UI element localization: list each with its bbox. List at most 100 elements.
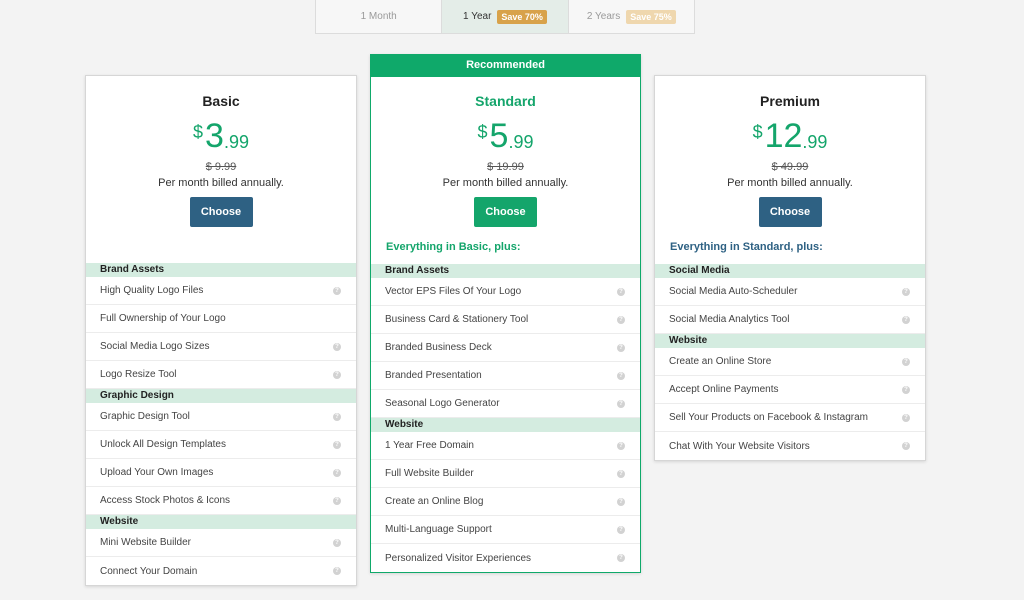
feature-row: Accept Online Payments? <box>655 376 925 404</box>
feature-row: Full Ownership of Your Logo <box>86 305 356 333</box>
billing-note: Per month billed annually. <box>727 177 853 189</box>
feature-row: Chat With Your Website Visitors? <box>655 432 925 460</box>
question-icon[interactable]: ? <box>617 441 625 450</box>
feature-row: Mini Website Builder? <box>86 529 356 557</box>
feature-label: Upload Your Own Images <box>100 467 214 478</box>
feature-label: Multi-Language Support <box>385 524 492 535</box>
old-price: $ 9.99 <box>205 161 237 173</box>
question-icon[interactable]: ? <box>333 370 341 379</box>
price-currency: $ <box>193 122 204 142</box>
feature-list: Social Media Social Media Auto-Scheduler?… <box>655 264 925 460</box>
old-price: $ 49.99 <box>771 161 809 173</box>
feature-row: Personalized Visitor Experiences? <box>371 544 640 572</box>
question-icon[interactable]: ? <box>617 525 625 534</box>
question-icon[interactable]: ? <box>902 315 910 324</box>
feature-row: Graphic Design Tool? <box>86 403 356 431</box>
feature-list: Brand Assets Vector EPS Files Of Your Log… <box>371 264 640 572</box>
plan-price: $ 12 .99 <box>655 119 925 153</box>
question-icon[interactable]: ? <box>333 342 341 351</box>
question-icon[interactable]: ? <box>333 496 341 505</box>
question-icon[interactable]: ? <box>333 567 341 575</box>
question-icon[interactable]: ? <box>617 343 625 352</box>
choose-basic-button[interactable]: Choose <box>189 197 253 227</box>
question-icon[interactable]: ? <box>333 412 341 421</box>
feature-row: Connect Your Domain? <box>86 557 356 585</box>
feature-label: Create an Online Blog <box>385 496 484 507</box>
billing-period-toggle: 1 Month 1 Year Save 70% 2 Years Save 75% <box>315 0 695 34</box>
feature-row: High Quality Logo Files? <box>86 277 356 305</box>
question-icon[interactable]: ? <box>617 469 625 478</box>
question-icon[interactable]: ? <box>902 357 910 366</box>
plan-card-premium: Premium $ 12 .99 $ 49.99 Per month bille… <box>654 75 926 461</box>
feature-label: Access Stock Photos & Icons <box>100 495 231 506</box>
question-icon[interactable]: ? <box>902 287 910 296</box>
question-icon[interactable]: ? <box>617 399 625 408</box>
feature-row: Branded Business Deck? <box>371 334 640 362</box>
feature-label: Chat With Your Website Visitors <box>669 440 810 452</box>
feature-label: Graphic Design Tool <box>100 411 190 422</box>
feature-label: High Quality Logo Files <box>100 285 204 296</box>
price-integer: 12 <box>764 117 803 155</box>
feature-label: Seasonal Logo Generator <box>385 398 500 409</box>
question-icon[interactable]: ? <box>617 554 625 562</box>
recommended-banner: Recommended <box>371 55 640 77</box>
question-icon[interactable]: ? <box>333 286 341 295</box>
feature-row: Unlock All Design Templates? <box>86 431 356 459</box>
save-badge: Save 70% <box>497 9 547 24</box>
question-icon[interactable]: ? <box>617 497 625 506</box>
feature-row: Full Website Builder? <box>371 460 640 488</box>
feature-label: Business Card & Stationery Tool <box>385 314 529 325</box>
question-icon[interactable]: ? <box>333 538 341 547</box>
plan-header: Basic $ 3 .99 $ 9.99 Per month billed an… <box>86 76 356 227</box>
price-decimal: .99 <box>223 132 249 152</box>
choose-standard-button[interactable]: Choose <box>474 197 537 227</box>
feature-row: Logo Resize Tool? <box>86 361 356 389</box>
price-integer: 5 <box>489 117 509 155</box>
feature-row: Create an Online Store? <box>655 348 925 376</box>
period-option-1-year[interactable]: 1 Year Save 70% <box>442 0 569 33</box>
period-option-1-month[interactable]: 1 Month <box>316 0 443 33</box>
feature-label: Personalized Visitor Experiences <box>385 552 532 564</box>
feature-section-header: Social Media <box>655 264 925 278</box>
feature-label: Connect Your Domain <box>100 565 198 577</box>
feature-row: Sell Your Products on Facebook & Instagr… <box>655 404 925 432</box>
feature-section-header: Website <box>655 334 925 348</box>
feature-row: Social Media Auto-Scheduler? <box>655 278 925 306</box>
question-icon[interactable]: ? <box>617 287 625 296</box>
feature-section-header: Website <box>371 418 640 432</box>
feature-label: Logo Resize Tool <box>100 369 177 380</box>
feature-section-header: Brand Assets <box>86 263 356 277</box>
period-option-2-years[interactable]: 2 Years Save 75% <box>569 0 694 33</box>
question-icon[interactable]: ? <box>333 440 341 449</box>
feature-row: Vector EPS Files Of Your Logo? <box>371 278 640 306</box>
plan-name: Premium <box>760 93 820 109</box>
question-icon[interactable]: ? <box>617 315 625 324</box>
feature-row: Multi-Language Support? <box>371 516 640 544</box>
feature-row: Create an Online Blog? <box>371 488 640 516</box>
feature-row: 1 Year Free Domain? <box>371 432 640 460</box>
question-icon[interactable]: ? <box>333 468 341 477</box>
plus-heading: Everything in Standard, plus: <box>670 241 823 253</box>
price-integer: 3 <box>205 117 224 155</box>
plan-price: $ 5 .99 <box>371 119 640 153</box>
feature-row: Seasonal Logo Generator? <box>371 390 640 418</box>
feature-label: Vector EPS Files Of Your Logo <box>385 286 522 297</box>
feature-row: Upload Your Own Images? <box>86 459 356 487</box>
feature-label: Social Media Analytics Tool <box>669 314 790 325</box>
feature-row: Social Media Logo Sizes? <box>86 333 356 361</box>
plan-header: Standard $ 5 .99 $ 19.99 Per month bille… <box>371 77 640 227</box>
period-label: 1 Month <box>360 11 397 22</box>
question-icon[interactable]: ? <box>617 371 625 380</box>
feature-row: Social Media Analytics Tool? <box>655 306 925 334</box>
question-icon[interactable]: ? <box>902 442 910 450</box>
feature-list: Brand Assets High Quality Logo Files? Full… <box>86 263 356 585</box>
price-decimal: .99 <box>802 132 828 152</box>
question-icon[interactable]: ? <box>902 413 910 422</box>
feature-label: Accept Online Payments <box>669 384 779 395</box>
choose-premium-button[interactable]: Choose <box>758 197 822 227</box>
plan-name: Basic <box>202 93 240 109</box>
feature-label: Sell Your Products on Facebook & Instagr… <box>669 412 869 423</box>
feature-label: Mini Website Builder <box>100 537 191 548</box>
feature-label: 1 Year Free Domain <box>385 440 474 451</box>
question-icon[interactable]: ? <box>902 385 910 394</box>
